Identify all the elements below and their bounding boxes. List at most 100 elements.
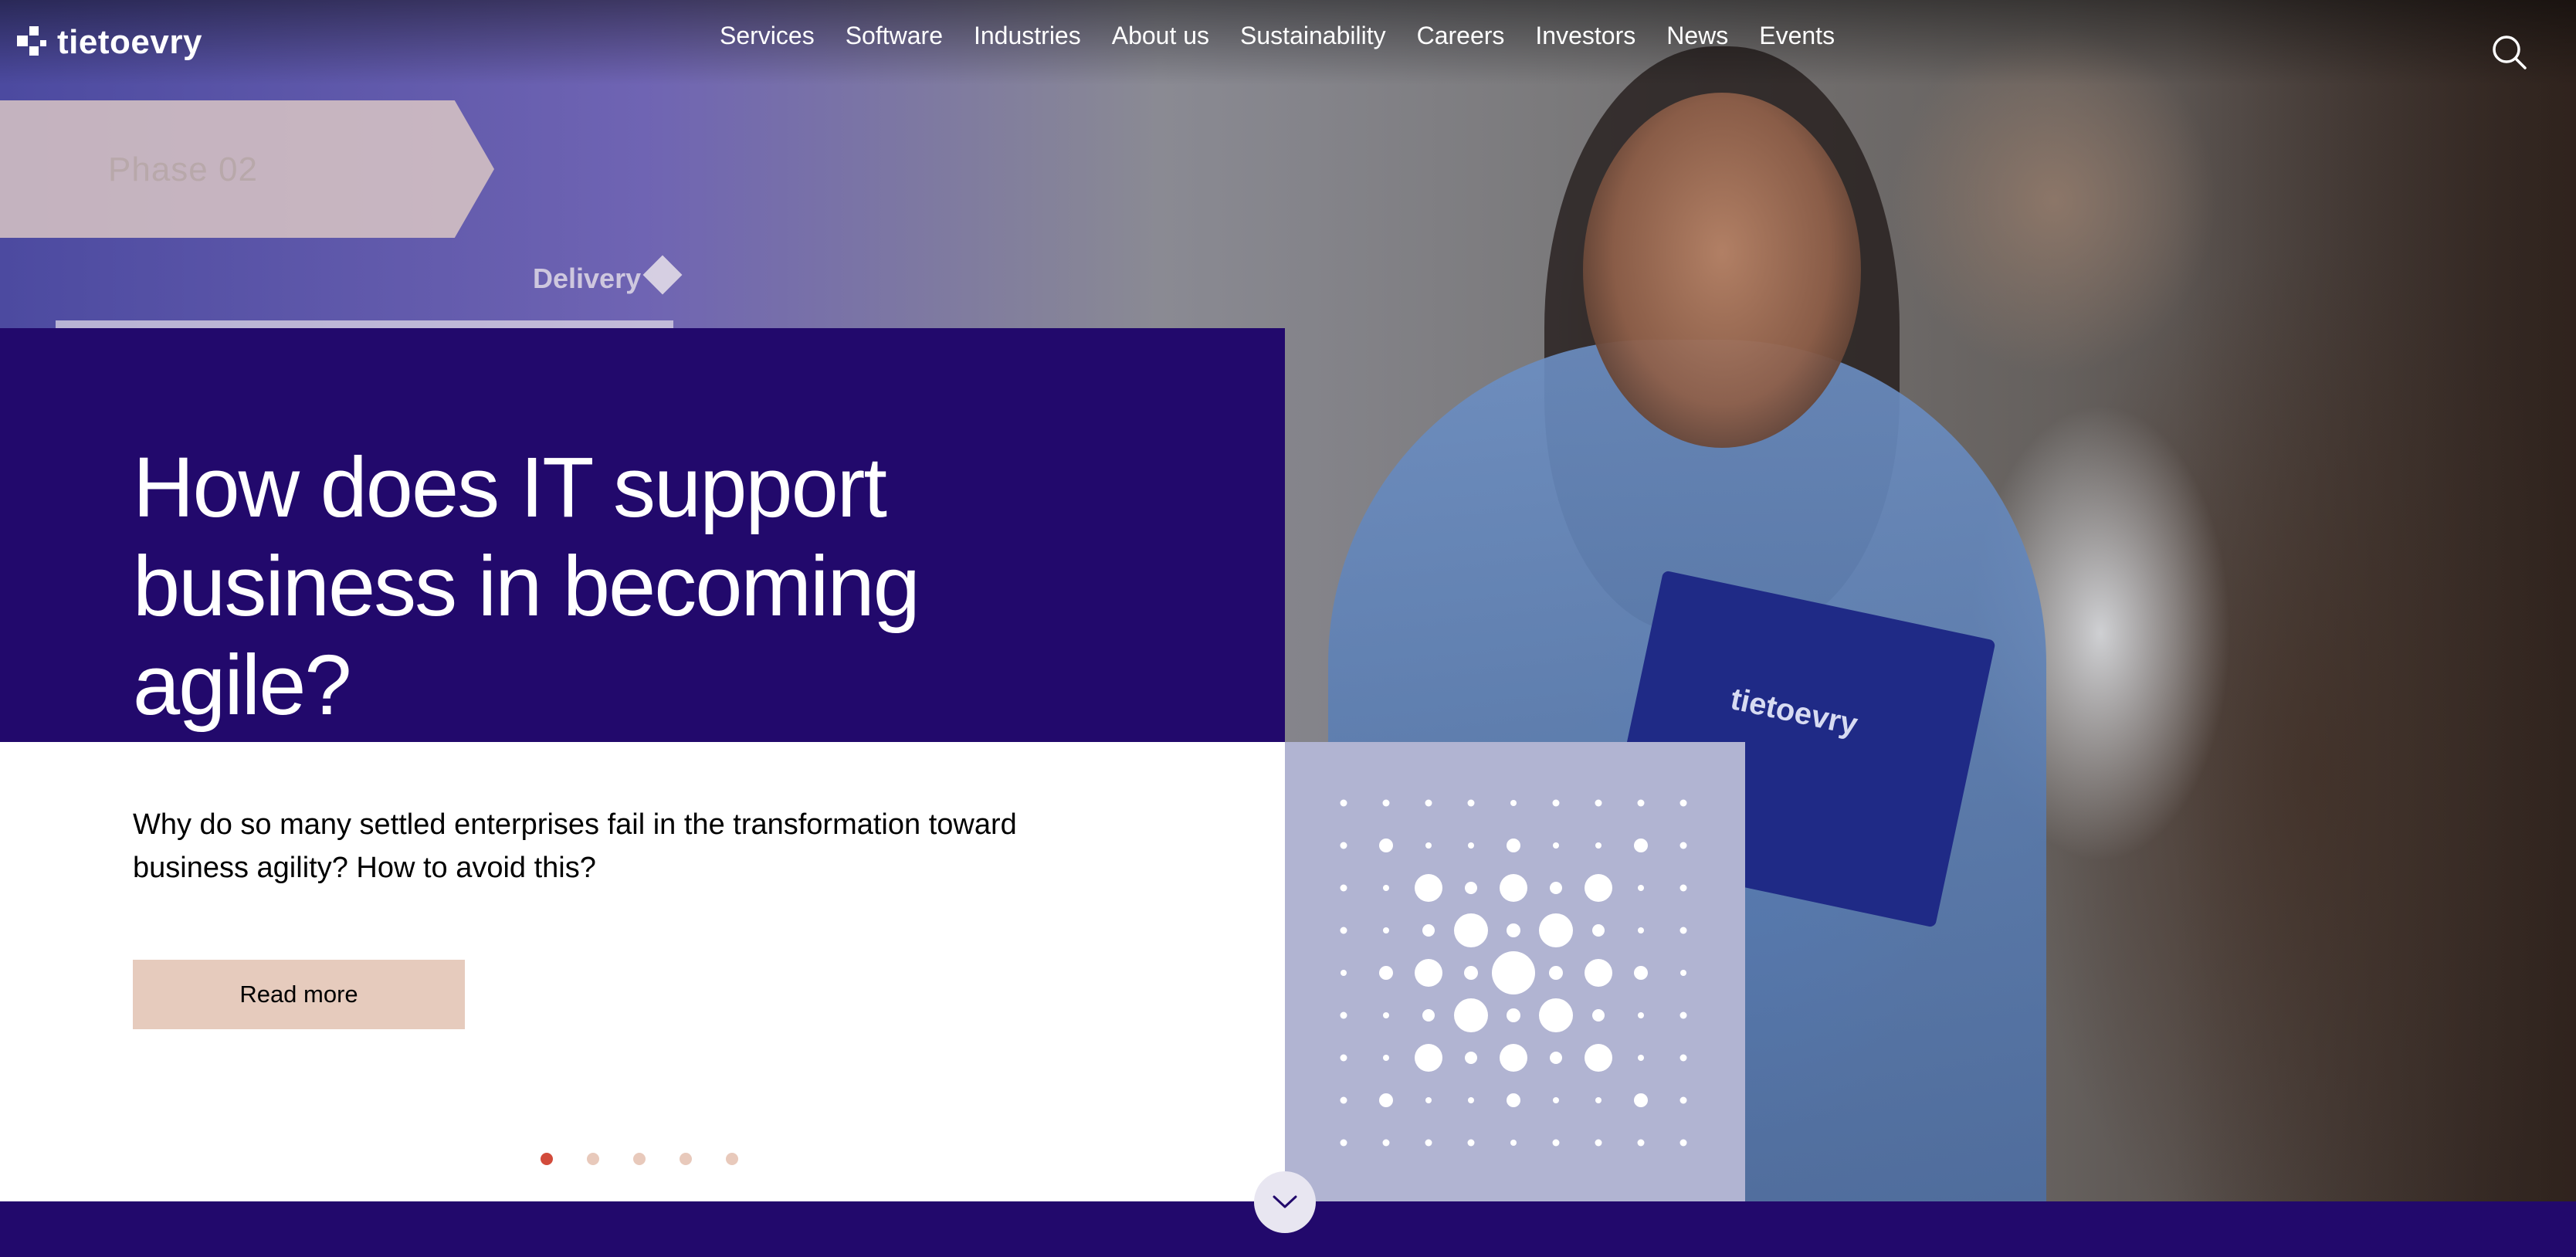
- nav-item-careers[interactable]: Careers: [1417, 22, 1505, 50]
- pattern-dot: [1679, 927, 1687, 934]
- nav-item-sustainability[interactable]: Sustainability: [1240, 22, 1386, 50]
- pattern-dot: [1549, 966, 1563, 980]
- site-logo-link[interactable]: tietoevry: [17, 23, 202, 62]
- pattern-dot: [1467, 799, 1475, 807]
- nav-item-software[interactable]: Software: [846, 22, 943, 50]
- pattern-dot: [1379, 966, 1393, 980]
- carousel-dot-5[interactable]: [726, 1153, 738, 1165]
- pattern-dot: [1340, 1011, 1347, 1019]
- hero-person-head: [1583, 93, 1861, 448]
- pattern-dot: [1585, 1044, 1612, 1072]
- pattern-dot: [1679, 1139, 1687, 1147]
- hero-board-phase-text: Phase 02: [108, 151, 258, 188]
- pattern-dot: [1468, 1097, 1474, 1103]
- pattern-dot: [1425, 799, 1432, 807]
- pattern-dot: [1634, 839, 1648, 852]
- carousel-dot-3[interactable]: [633, 1153, 646, 1165]
- pattern-dot: [1680, 970, 1686, 976]
- scroll-down-button[interactable]: [1254, 1171, 1316, 1233]
- pattern-dot: [1507, 1093, 1520, 1107]
- pattern-dot: [1492, 951, 1535, 994]
- pattern-dot: [1422, 1009, 1435, 1022]
- pattern-dot: [1539, 913, 1573, 947]
- pattern-dot: [1507, 839, 1520, 852]
- pattern-dot: [1425, 842, 1432, 849]
- pattern-dot: [1634, 966, 1648, 980]
- pattern-dot: [1638, 1012, 1644, 1018]
- pattern-dot: [1340, 884, 1347, 892]
- carousel-dot-1[interactable]: [541, 1153, 553, 1165]
- nav-item-services[interactable]: Services: [720, 22, 815, 50]
- pattern-dot: [1595, 1139, 1602, 1147]
- pattern-dot: [1383, 1012, 1389, 1018]
- pattern-dot: [1500, 874, 1527, 902]
- pattern-dot: [1383, 1055, 1389, 1061]
- pattern-dot: [1340, 1096, 1347, 1104]
- nav-item-news[interactable]: News: [1666, 22, 1728, 50]
- pattern-dot: [1553, 1097, 1559, 1103]
- dot-pattern-graphic: [1285, 742, 1745, 1201]
- pattern-dot: [1422, 924, 1435, 937]
- pattern-dot: [1454, 998, 1488, 1032]
- pattern-dot: [1585, 874, 1612, 902]
- pattern-dot: [1585, 959, 1612, 987]
- pattern-dot: [1415, 874, 1442, 902]
- pattern-dot: [1465, 1052, 1477, 1064]
- hero-board-delivery-text: Delivery: [533, 263, 642, 294]
- pattern-dot: [1383, 885, 1389, 891]
- pattern-dot: [1550, 1052, 1562, 1064]
- pattern-dot: [1379, 839, 1393, 852]
- nav-item-events[interactable]: Events: [1759, 22, 1835, 50]
- logo-text: tietoevry: [57, 23, 202, 61]
- dot-pattern-svg: [1340, 799, 1687, 1147]
- pattern-dot: [1415, 1044, 1442, 1072]
- carousel-dot-2[interactable]: [587, 1153, 599, 1165]
- pattern-dot: [1638, 1055, 1644, 1061]
- pattern-dot: [1507, 1008, 1520, 1022]
- pattern-dot: [1415, 959, 1442, 987]
- hero-description: Why do so many settled enterprises fail …: [133, 808, 1017, 884]
- pattern-dot: [1340, 1139, 1347, 1147]
- pattern-dot: [1637, 1139, 1645, 1147]
- pattern-dot: [1454, 913, 1488, 947]
- nav-item-about-us[interactable]: About us: [1112, 22, 1209, 50]
- pattern-dot: [1340, 842, 1347, 849]
- pattern-dot: [1553, 842, 1559, 849]
- pattern-dot: [1340, 1054, 1347, 1062]
- pattern-dot: [1340, 927, 1347, 934]
- pattern-dot: [1379, 1093, 1393, 1107]
- pattern-dot: [1340, 799, 1347, 807]
- pattern-dot: [1383, 927, 1389, 933]
- pattern-dot: [1550, 882, 1562, 894]
- carousel-dots: [541, 1153, 738, 1165]
- pattern-dot: [1679, 884, 1687, 892]
- pattern-dot: [1595, 842, 1602, 849]
- pattern-dot: [1679, 799, 1687, 807]
- pattern-dot: [1552, 799, 1560, 807]
- pattern-dot: [1634, 1093, 1648, 1107]
- pattern-dot: [1679, 1054, 1687, 1062]
- search-icon[interactable]: [2491, 34, 2527, 69]
- hero-board-line: [56, 320, 673, 328]
- nav-item-industries[interactable]: Industries: [974, 22, 1081, 50]
- pattern-dot: [1552, 1139, 1560, 1147]
- pattern-dot: [1382, 1139, 1390, 1147]
- carousel-dot-4[interactable]: [680, 1153, 692, 1165]
- pattern-dot: [1425, 1097, 1432, 1103]
- main-nav: Services Software Industries About us Su…: [720, 22, 1835, 50]
- pattern-dot: [1468, 842, 1474, 849]
- nav-item-investors[interactable]: Investors: [1535, 22, 1635, 50]
- hero-right-shade: [2174, 0, 2576, 1201]
- pattern-dot: [1341, 970, 1347, 976]
- pattern-dot: [1500, 1044, 1527, 1072]
- read-more-button[interactable]: Read more: [133, 960, 465, 1029]
- pattern-dot: [1539, 998, 1573, 1032]
- chevron-down-icon: [1273, 1195, 1297, 1208]
- pattern-dot: [1382, 799, 1390, 807]
- pattern-dot: [1595, 799, 1602, 807]
- pattern-dot: [1638, 885, 1644, 891]
- logo-mark-icon: [17, 26, 49, 59]
- pattern-dot: [1510, 800, 1517, 806]
- pattern-dot: [1467, 1139, 1475, 1147]
- pattern-dot: [1464, 966, 1478, 980]
